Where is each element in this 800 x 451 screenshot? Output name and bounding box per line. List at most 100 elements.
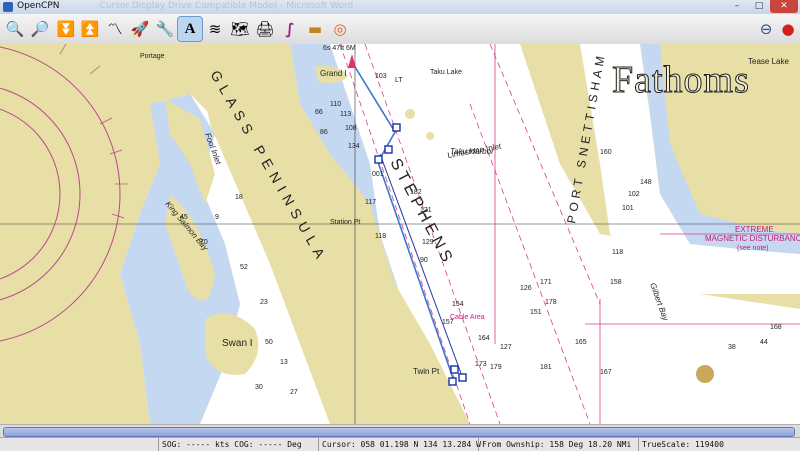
create-route-button[interactable]: 〽 [103, 17, 127, 41]
sounding: 160 [600, 149, 612, 156]
help-icon: ◎ [333, 19, 347, 38]
sounding: 148 [640, 179, 652, 186]
islet [426, 132, 434, 140]
sounding: 118 [612, 249, 623, 256]
app-icon [3, 2, 13, 12]
sounding: 113 [340, 111, 351, 118]
maximize-button[interactable]: □ [748, 0, 770, 13]
sounding: 38 [728, 344, 736, 351]
color-scheme-button[interactable]: ▬ [303, 17, 327, 41]
current-button[interactable]: ≋ [203, 17, 227, 41]
sounding: 151 [530, 309, 542, 316]
title-bar: OpenCPN Cursor Display Drive Compatible M… [0, 0, 800, 15]
scale-in-icon: ⏬ [56, 19, 76, 38]
scale-out-icon: ⏫ [80, 19, 100, 38]
scale-in-button[interactable]: ⏬ [54, 17, 78, 41]
print-button[interactable]: 🖨 [253, 17, 277, 41]
cursor-position-readout: Cursor: 058 01.198 N 134 13.284 W [322, 440, 481, 449]
place-name-taku-lake: Taku Lake [430, 69, 462, 76]
sounding: 27 [290, 389, 298, 396]
horizontal-scrollbar[interactable] [0, 424, 800, 437]
sounding: 110 [330, 101, 341, 108]
sounding: 154 [452, 301, 464, 308]
sounding: 44 [760, 339, 768, 346]
current-icon: ≋ [208, 19, 222, 38]
scrollbar-thumb[interactable] [3, 427, 795, 437]
options-button[interactable]: 🔧 [153, 17, 177, 41]
options-icon: 🔧 [155, 19, 175, 38]
sounding: 117 [365, 199, 376, 206]
sounding: 66 [315, 109, 323, 116]
route-manager-icon: ∫ [285, 19, 295, 38]
cable-area-label: Cable Area [450, 314, 485, 321]
sounding: 157 [442, 319, 454, 326]
color-scheme-icon: ▬ [307, 19, 323, 38]
sounding: 45 [180, 214, 188, 221]
magnetic-note-extreme: EXTREME [735, 225, 774, 234]
sounding: 129 [422, 239, 434, 246]
depth-unit-watermark: Fathoms [612, 59, 750, 102]
status-bar: SOG: ----- kts COG: ----- Deg Cursor: 05… [0, 437, 800, 451]
place-name-twin-pt: Twin Pt [413, 367, 440, 376]
sounding: 171 [540, 279, 552, 286]
auto-follow-icon: 🚀 [130, 19, 150, 38]
sounding: 52 [240, 264, 248, 271]
sounding: 121 [420, 207, 432, 214]
sounding: 18 [235, 194, 243, 201]
close-button[interactable]: ✕ [770, 0, 798, 13]
sounding: 101 [622, 205, 634, 212]
auto-follow-button[interactable]: 🚀 [128, 17, 152, 41]
sounding: 86 [320, 129, 328, 136]
true-scale-readout: TrueScale: 119400 [642, 440, 724, 449]
chart-canvas[interactable]: GLASS PENINSULA STEPHENS PORT SNETTISHAM… [0, 44, 800, 424]
sounding: 126 [520, 285, 532, 292]
gps-status-button[interactable]: ● [776, 17, 800, 41]
scale-out-button[interactable]: ⏫ [78, 17, 102, 41]
sounding: 179 [490, 364, 502, 371]
compass-rose [0, 46, 121, 342]
sounding: 102 [628, 191, 640, 198]
compass-icon: ⊖ [759, 19, 773, 38]
help-button[interactable]: ◎ [328, 17, 352, 41]
tide-button[interactable]: 🗺 [228, 17, 252, 41]
route-icon: 〽 [107, 19, 123, 38]
sounding: 90 [420, 257, 428, 264]
sounding: 9 [215, 214, 219, 221]
sounding: 118 [375, 233, 386, 240]
print-icon: 🖨 [255, 19, 275, 38]
zoom-in-button[interactable]: 🔍 [3, 17, 27, 41]
magnetic-note-see: (see note) [737, 245, 769, 252]
sounding: 165 [575, 339, 587, 346]
sounding: 181 [540, 364, 552, 371]
place-name-portage: Portage [140, 53, 165, 60]
sounding: 108 [345, 125, 357, 132]
main-toolbar: 🔍 🔎 ⏬ ⏫ 〽 🚀 🔧 A ≋ 🗺 🖨 ∫ ▬ ◎ ⊖ ● [0, 14, 800, 45]
text-toggle-button[interactable]: A [177, 16, 203, 42]
sog-cog-readout: SOG: ----- kts COG: ----- Deg [162, 440, 302, 449]
sounding: 30 [255, 384, 263, 391]
place-name-grand-i: Grand I [320, 69, 347, 78]
zoom-out-icon: 🔎 [30, 19, 50, 38]
zoom-out-button[interactable]: 🔎 [28, 17, 52, 41]
islet [405, 109, 415, 119]
window-title-text: OpenCPN [17, 1, 60, 11]
sounding: 182 [410, 189, 422, 196]
minimize-button[interactable]: – [726, 0, 748, 13]
magnetic-note-disturbance: MAGNETIC DISTURBANCE [705, 234, 800, 243]
route-manager-button[interactable]: ∫ [278, 17, 302, 41]
sounding: 178 [545, 299, 557, 306]
window-title: OpenCPN Cursor Display Drive Compatible M… [17, 1, 353, 11]
light-label: LT [395, 77, 403, 84]
place-name-station-pt: Station Pt [330, 219, 360, 226]
sounding: 70 [200, 239, 208, 246]
text-icon: A [184, 20, 196, 37]
ownship-bearing-readout: From Ownship: 158 Deg 18.20 NMi [482, 440, 632, 449]
gps-status-icon: ● [781, 19, 795, 38]
sounding: 167 [600, 369, 612, 376]
sounding: 23 [260, 299, 268, 306]
tide-icon: 🗺 [230, 19, 250, 38]
compass-button[interactable]: ⊖ [754, 17, 778, 41]
place-name-tease-lake: Tease Lake [748, 57, 789, 66]
sounding: 50 [265, 339, 273, 346]
islet [696, 365, 714, 383]
